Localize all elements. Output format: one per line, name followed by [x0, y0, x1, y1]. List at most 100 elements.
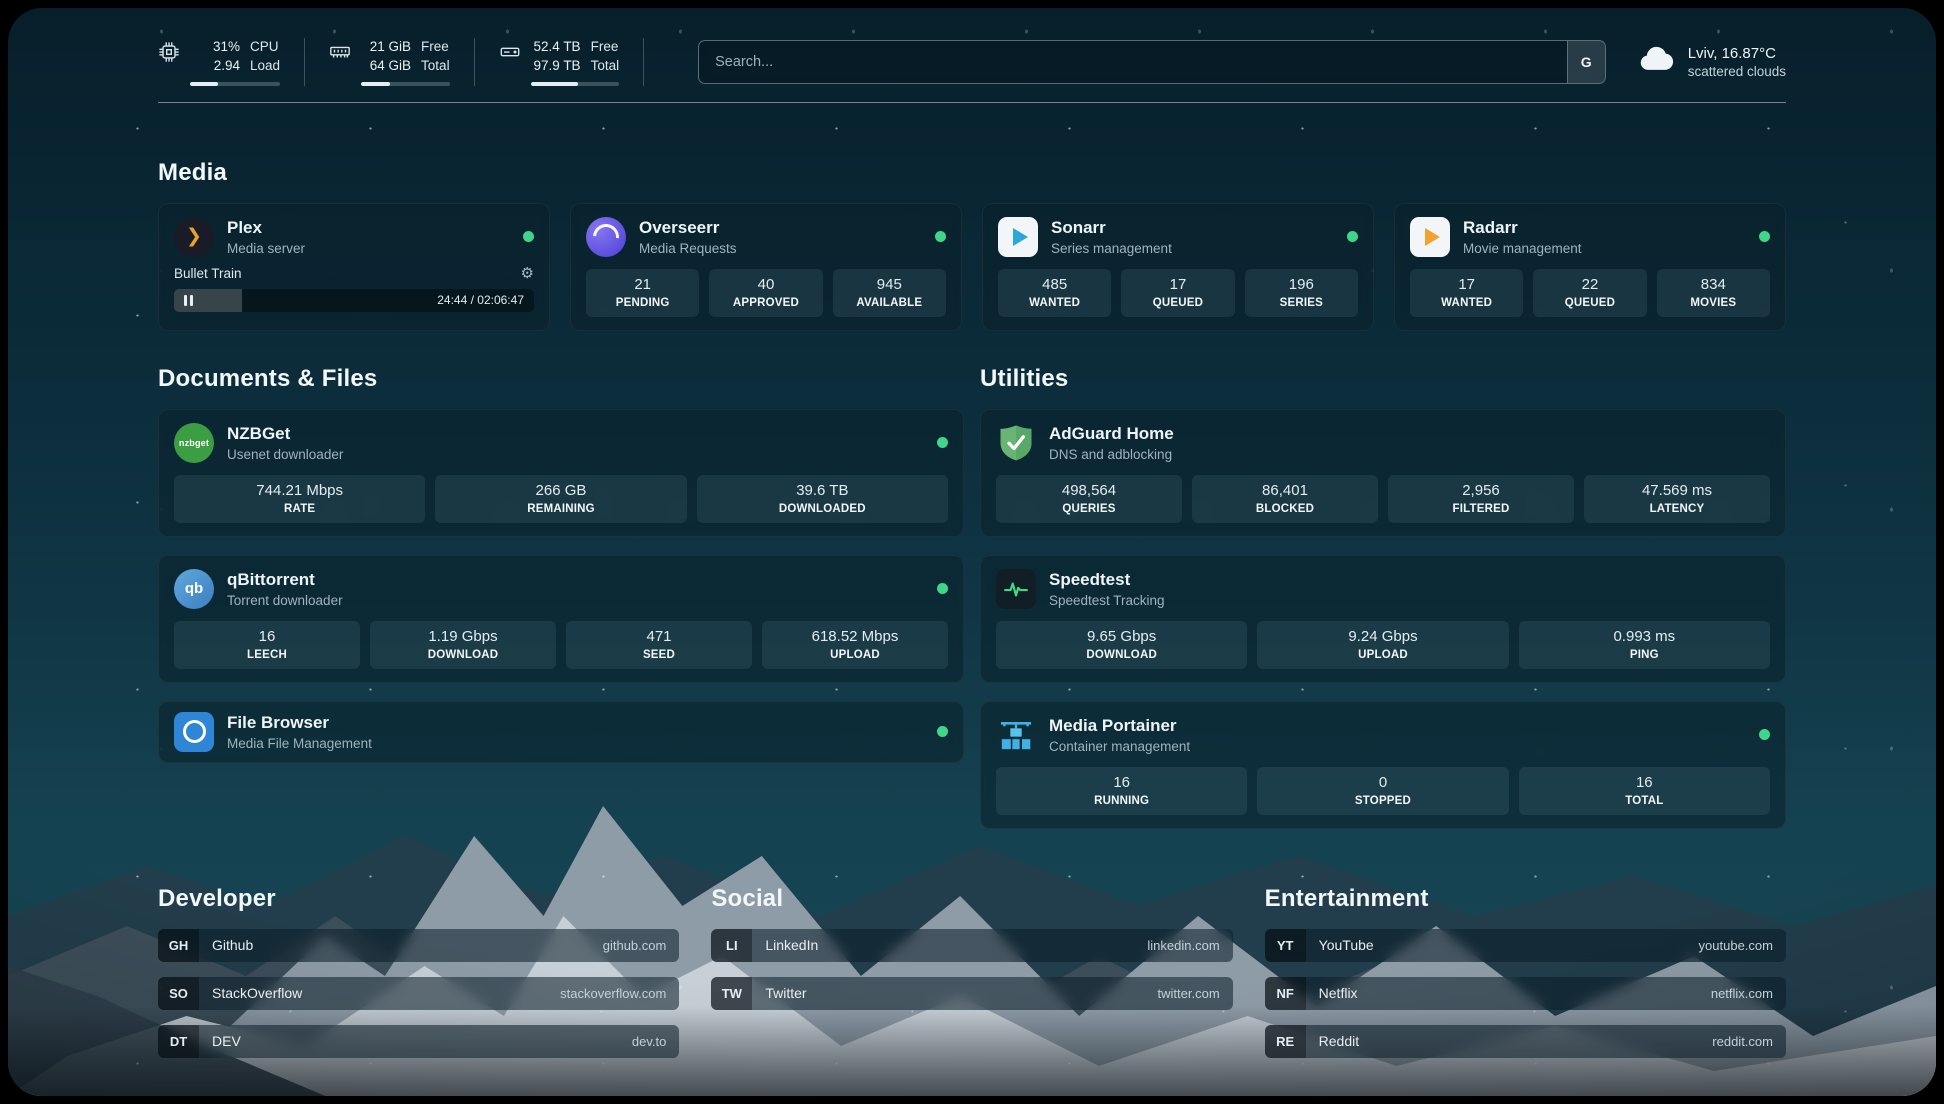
stat-ping: 0.993 ms PING: [1519, 621, 1770, 669]
pause-icon[interactable]: [182, 295, 194, 306]
stat-download: 1.19 Gbps DOWNLOAD: [370, 621, 556, 669]
bookmark-twitter[interactable]: TW Twitter twitter.com: [711, 977, 1232, 1010]
disk-progress-fill: [531, 82, 579, 86]
search-input[interactable]: [699, 54, 1567, 70]
service-card-nzbget[interactable]: nzbget NZBGet Usenet downloader 744.21 M…: [158, 409, 964, 537]
service-name: NZBGet: [227, 424, 343, 444]
service-subtitle: Movie management: [1463, 241, 1582, 256]
section-title-entertainment: Entertainment: [1265, 885, 1786, 913]
cloud-icon: [1636, 39, 1676, 84]
bookmark-github[interactable]: GH Github github.com: [158, 929, 679, 962]
service-card-filebrowser[interactable]: File Browser Media File Management: [158, 701, 964, 763]
bookmark-youtube[interactable]: YT YouTube youtube.com: [1265, 929, 1786, 962]
reddit-icon: RE: [1265, 1025, 1306, 1058]
section-documents: Documents & Files nzbget NZBGet Usenet d…: [158, 365, 964, 829]
stat-rate: 744.21 Mbps RATE: [174, 475, 425, 523]
stat-queries: 498,564 QUERIES: [996, 475, 1182, 523]
stat-available: 945 AVAILABLE: [833, 269, 946, 317]
bookmark-linkedin[interactable]: LI LinkedIn linkedin.com: [711, 929, 1232, 962]
service-subtitle: Media Requests: [639, 241, 737, 256]
service-card-sonarr[interactable]: Sonarr Series management 485 WANTED 17 Q…: [982, 203, 1374, 331]
plex-now-playing: Bullet Train ⚙ 24:44 / 02:06:47: [174, 266, 534, 312]
weather-condition: scattered clouds: [1688, 64, 1786, 79]
stat-seed: 471 SEED: [566, 621, 752, 669]
bookmark-reddit[interactable]: RE Reddit reddit.com: [1265, 1025, 1786, 1058]
stat-stopped: 0 STOPPED: [1257, 767, 1508, 815]
service-name: Plex: [227, 218, 305, 238]
status-dot: [937, 437, 948, 448]
portainer-icon: [996, 715, 1036, 755]
topbar: 31% 2.94 CPU Load: [158, 8, 1786, 86]
cpu-monitor: 31% 2.94 CPU Load: [158, 38, 305, 86]
bookmark-stackoverflow[interactable]: SO StackOverflow stackoverflow.com: [158, 977, 679, 1010]
stat-running: 16 RUNNING: [996, 767, 1247, 815]
stat-latency: 47.569 ms LATENCY: [1584, 475, 1770, 523]
twitter-icon: TW: [711, 977, 752, 1010]
stat-remaining: 266 GB REMAINING: [435, 475, 686, 523]
stackoverflow-icon: SO: [158, 977, 199, 1010]
status-dot: [1347, 231, 1358, 242]
now-playing-title: Bullet Train: [174, 266, 242, 281]
section-social: Social LI LinkedIn linkedin.com TW Twitt…: [711, 885, 1232, 1058]
section-developer: Developer GH Github github.com SO StackO…: [158, 885, 679, 1058]
settings-gear-icon[interactable]: ⚙: [521, 266, 534, 281]
service-subtitle: Media File Management: [227, 736, 372, 751]
service-card-speedtest[interactable]: Speedtest Speedtest Tracking 9.65 Gbps D…: [980, 555, 1786, 683]
service-subtitle: Container management: [1049, 739, 1190, 754]
stat-leech: 16 LEECH: [174, 621, 360, 669]
service-name: File Browser: [227, 713, 372, 733]
playback-progress-bar[interactable]: 24:44 / 02:06:47: [174, 289, 534, 312]
cpu-progress-fill: [190, 82, 218, 86]
stat-download: 9.65 Gbps DOWNLOAD: [996, 621, 1247, 669]
service-subtitle: Torrent downloader: [227, 593, 343, 608]
section-entertainment: Entertainment YT YouTube youtube.com NF …: [1265, 885, 1786, 1058]
section-title-social: Social: [711, 885, 1232, 913]
service-card-portainer[interactable]: Media Portainer Container management 16 …: [980, 701, 1786, 829]
service-name: Sonarr: [1051, 218, 1172, 238]
service-card-adguard[interactable]: AdGuard Home DNS and adblocking 498,564 …: [980, 409, 1786, 537]
status-dot: [935, 231, 946, 242]
section-title-documents: Documents & Files: [158, 365, 964, 393]
disk-free-value: 52.4 TB: [534, 38, 581, 57]
search-bar: G: [698, 40, 1606, 84]
playback-time: 24:44 / 02:06:47: [437, 293, 524, 307]
service-subtitle: Media server: [227, 241, 305, 256]
service-name: Media Portainer: [1049, 716, 1190, 736]
service-card-plex[interactable]: ❯ Plex Media server Bullet Train ⚙: [158, 203, 550, 331]
status-dot: [1759, 729, 1770, 740]
dev-icon: DT: [158, 1025, 199, 1058]
memory-total-label: Total: [421, 57, 450, 76]
cpu-load-value: 2.94: [214, 57, 240, 76]
status-dot: [1759, 231, 1770, 242]
stat-upload: 618.52 Mbps UPLOAD: [762, 621, 948, 669]
service-subtitle: DNS and adblocking: [1049, 447, 1174, 462]
service-name: AdGuard Home: [1049, 424, 1174, 444]
stat-wanted: 17 WANTED: [1410, 269, 1523, 317]
stat-pending: 21 PENDING: [586, 269, 699, 317]
service-card-qbittorrent[interactable]: qb qBittorrent Torrent downloader 16 LEE…: [158, 555, 964, 683]
bookmark-netflix[interactable]: NF Netflix netflix.com: [1265, 977, 1786, 1010]
overseerr-icon: [586, 217, 626, 257]
stat-approved: 40 APPROVED: [709, 269, 822, 317]
service-subtitle: Usenet downloader: [227, 447, 343, 462]
status-dot: [937, 583, 948, 594]
filebrowser-icon: [174, 712, 214, 752]
service-card-radarr[interactable]: Radarr Movie management 17 WANTED 22 QUE…: [1394, 203, 1786, 331]
cpu-load-label: Load: [250, 57, 280, 76]
section-title-media: Media: [158, 159, 1786, 187]
bookmark-dev[interactable]: DT DEV dev.to: [158, 1025, 679, 1058]
service-card-overseerr[interactable]: Overseerr Media Requests 21 PENDING 40 A…: [570, 203, 962, 331]
stat-total: 16 TOTAL: [1519, 767, 1770, 815]
cpu-usage-value: 31%: [213, 38, 240, 57]
memory-progress-bar: [361, 82, 450, 86]
disk-total-label: Total: [591, 57, 620, 76]
service-name: Radarr: [1463, 218, 1582, 238]
memory-free-value: 21 GiB: [370, 38, 411, 57]
service-name: Overseerr: [639, 218, 737, 238]
cpu-icon: [158, 41, 180, 68]
memory-progress-fill: [361, 82, 390, 86]
section-title-developer: Developer: [158, 885, 679, 913]
search-engine-button[interactable]: G: [1567, 41, 1605, 83]
cpu-progress-bar: [190, 82, 280, 86]
disk-total-value: 97.9 TB: [534, 57, 581, 76]
